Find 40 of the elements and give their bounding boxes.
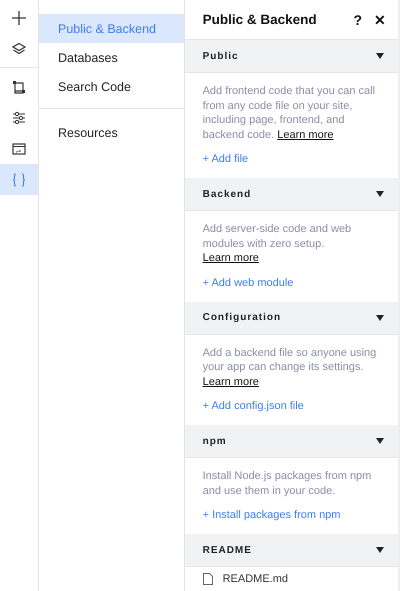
close-button[interactable]: ✕ (374, 12, 386, 28)
section-title: Public (202, 50, 239, 62)
learn-more-link[interactable]: Learn more (277, 128, 334, 140)
file-item[interactable]: README.md (202, 572, 380, 586)
section-title: README (202, 544, 252, 556)
section-title: npm (202, 436, 227, 446)
caret-icon (376, 547, 384, 553)
caret-icon (376, 191, 384, 197)
help-button[interactable]: ? (353, 12, 362, 28)
section-description: Add a backend file so anyone using your app can change its settings. Learn more (202, 346, 378, 389)
sliders-icon (12, 110, 26, 124)
section-header[interactable]: Backend (184, 178, 398, 211)
learn-more-link[interactable]: Learn more (202, 252, 259, 264)
section-description: Add server-side code and web modules with zero setup. Learn more (202, 222, 352, 266)
add-link[interactable]: + Install packages from npm (202, 508, 384, 522)
nav-item[interactable]: Databases (39, 43, 184, 72)
section-description: Install Node.js packages from npm and use them in your code. (202, 469, 372, 498)
section-header[interactable]: README (184, 534, 398, 567)
add-link[interactable]: + Add config.json file (202, 399, 384, 413)
window-icon (12, 142, 26, 156)
plus-icon (12, 10, 26, 24)
section-header[interactable]: npm (184, 425, 398, 458)
nav-item[interactable]: Search Code (39, 72, 184, 101)
caret-icon (376, 314, 384, 320)
nav-item[interactable]: Resources (39, 118, 184, 147)
crop-icon (12, 80, 26, 94)
add-link[interactable]: + Add web module (202, 276, 384, 290)
section-header[interactable]: Configuration (184, 302, 398, 334)
section-description: Add frontend code that you can call from any code file on your site, including page, frontend, and backend code. Learn more (202, 84, 376, 142)
caret-icon (376, 438, 384, 444)
section-title: Backend (202, 188, 252, 200)
braces-icon (11, 172, 27, 186)
section-title: Configuration (202, 312, 282, 323)
section-header[interactable]: Public (184, 40, 398, 73)
caret-icon (376, 53, 384, 59)
panel-title: Public & Backend (202, 12, 318, 27)
file-icon (202, 573, 213, 585)
learn-more-link[interactable]: Learn more (202, 376, 259, 388)
add-link[interactable]: + Add file (202, 152, 384, 166)
layers-icon (12, 42, 26, 56)
